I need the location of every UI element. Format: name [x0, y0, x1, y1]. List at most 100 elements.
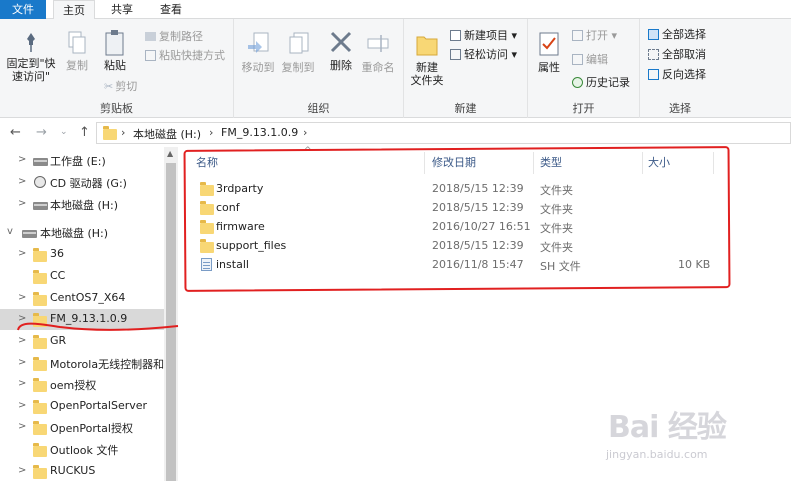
copy-to-icon	[289, 32, 309, 54]
select-group-label: 选择	[669, 102, 691, 115]
pin-label-2: 速访问"	[11, 70, 51, 83]
chevron-right-icon[interactable]: >	[18, 248, 26, 259]
open-icon	[572, 30, 583, 41]
copy-path-button[interactable]: 复制路径	[145, 30, 203, 44]
chevron-right-icon[interactable]: >	[18, 357, 26, 368]
tree-item-folder-openportalserver[interactable]: > OpenPortalServer	[0, 396, 165, 417]
new-group: 新建 文件夹 新建项目 ▾ 轻松访问 ▾ 新建	[404, 19, 528, 118]
chevron-right-icon[interactable]: >	[18, 378, 26, 389]
chevron-right-icon[interactable]: >	[18, 465, 26, 476]
invert-selection-button[interactable]: 反向选择	[648, 68, 706, 82]
tab-home[interactable]: 主页	[53, 0, 95, 20]
tab-share[interactable]: 共享	[104, 0, 140, 19]
folder-icon	[33, 357, 47, 371]
pin-quick-access-button[interactable]: 固定到"快 速访问"	[4, 31, 58, 83]
tree-item-folder-outlook[interactable]: Outlook 文件	[0, 439, 165, 460]
edit-button[interactable]: 编辑	[572, 53, 608, 67]
new-group-label: 新建	[454, 102, 477, 115]
tree-item-folder-36[interactable]: > 36	[0, 244, 165, 265]
new-folder-button[interactable]: 新建 文件夹	[408, 31, 446, 87]
tree-item-local-disk-h-expanded[interactable]: v 本地磁盘 (H:)	[0, 222, 165, 243]
chevron-right-icon[interactable]: >	[18, 198, 26, 209]
baidu-watermark: Bai 经验	[608, 410, 727, 445]
clipboard-group-label: 剪贴板	[100, 102, 133, 115]
breadcrumb-local-disk-h[interactable]: 本地磁盘 (H:)	[133, 126, 201, 142]
tree-item-folder-ruckus[interactable]: > RUCKUS	[0, 461, 165, 481]
tree-item-cd-drive-g[interactable]: > CD 驱动器 (G:)	[0, 172, 165, 193]
select-none-button[interactable]: 全部取消	[648, 48, 706, 62]
breadcrumb-separator-icon: ›	[121, 126, 126, 139]
scroll-up-arrow-icon[interactable]: ▲	[167, 149, 173, 158]
scissors-icon: ✂	[104, 80, 114, 93]
chevron-down-icon[interactable]: v	[7, 226, 13, 237]
cd-icon	[34, 176, 46, 188]
tree-item-folder-motorola[interactable]: > Motorola无线控制器和	[0, 353, 165, 374]
folder-icon	[33, 465, 47, 479]
paste-label: 粘贴	[104, 59, 126, 72]
edit-icon	[572, 54, 583, 65]
rename-button[interactable]: 重命名	[360, 31, 396, 74]
properties-button[interactable]: 属性	[534, 31, 564, 74]
back-arrow-icon[interactable]: ←	[10, 125, 21, 140]
up-arrow-icon[interactable]: ↑	[79, 125, 90, 140]
folder-icon	[33, 270, 47, 284]
select-all-button[interactable]: 全部选择	[648, 28, 706, 42]
rename-icon	[367, 35, 389, 52]
chevron-right-icon[interactable]: >	[18, 421, 26, 432]
drive-icon	[33, 202, 48, 210]
red-highlight-box	[183, 146, 731, 292]
navigation-bar: ← → ⌄ ↑ › 本地磁盘 (H:) › FM_9.13.1.0.9 ›	[0, 120, 791, 145]
history-button[interactable]: 历史记录	[572, 76, 630, 90]
address-folder-icon	[103, 126, 117, 140]
tab-file[interactable]: 文件	[0, 0, 46, 19]
easy-access-button[interactable]: 轻松访问 ▾	[450, 48, 517, 62]
delete-x-icon	[330, 31, 352, 53]
clipboard-group: 固定到"快 速访问" 复制 粘贴 复制路径 粘贴快捷方式 ✂ 剪切 剪贴板	[0, 19, 234, 118]
invert-selection-icon	[648, 69, 659, 80]
history-icon	[572, 77, 583, 88]
tree-item-folder-oem[interactable]: > oem授权	[0, 374, 165, 395]
select-group: 全部选择 全部取消 反向选择 选择	[640, 19, 720, 118]
address-bar[interactable]: › 本地磁盘 (H:) › FM_9.13.1.0.9 ›	[96, 122, 791, 144]
tree-item-work-drive-e[interactable]: > 工作盘 (E:)	[0, 150, 165, 171]
properties-icon	[539, 32, 559, 56]
folder-icon	[33, 378, 47, 392]
open-button[interactable]: 打开 ▾	[572, 29, 617, 43]
ribbon-tabs: 文件 主页 共享 查看	[0, 0, 791, 20]
paste-shortcut-icon	[145, 50, 156, 61]
select-all-icon	[648, 29, 659, 40]
chevron-right-icon[interactable]: >	[18, 176, 26, 187]
tree-item-folder-cc[interactable]: CC	[0, 266, 165, 287]
folder-icon	[33, 443, 47, 457]
tree-item-local-disk-h[interactable]: > 本地磁盘 (H:)	[0, 194, 165, 215]
open-group-label: 打开	[572, 102, 595, 115]
new-item-button[interactable]: 新建项目 ▾	[450, 29, 517, 43]
copy-to-button[interactable]: 复制到	[280, 31, 316, 74]
breadcrumb-separator-icon: ›	[303, 126, 308, 139]
recent-dropdown-icon[interactable]: ⌄	[60, 127, 68, 137]
chevron-right-icon[interactable]: >	[18, 154, 26, 165]
folder-icon	[33, 421, 47, 435]
pin-label-1: 固定到"快	[6, 57, 56, 70]
drive-icon	[22, 230, 37, 238]
select-none-icon	[648, 49, 659, 60]
move-to-button[interactable]: 移动到	[240, 31, 276, 74]
open-group: 属性 打开 ▾ 编辑 历史记录 打开	[528, 19, 640, 118]
new-folder-icon	[416, 36, 438, 56]
delete-button[interactable]: 删除	[324, 29, 358, 72]
cut-button[interactable]: ✂ 剪切	[104, 80, 137, 94]
organize-group: 移动到 复制到 删除 重命名 组织	[234, 19, 404, 118]
tab-view[interactable]: 查看	[151, 0, 191, 19]
folder-icon	[33, 248, 47, 262]
baidu-watermark-url: jingyan.baidu.com	[606, 448, 708, 461]
organize-group-label: 组织	[307, 102, 330, 115]
copy-path-icon	[145, 32, 156, 41]
breadcrumb-fm-folder[interactable]: FM_9.13.1.0.9	[221, 126, 298, 139]
paste-shortcut-button[interactable]: 粘贴快捷方式	[145, 49, 225, 63]
forward-arrow-icon[interactable]: →	[36, 125, 47, 140]
pin-icon	[27, 33, 35, 52]
tree-item-folder-openportal-license[interactable]: > OpenPortal授权	[0, 417, 165, 438]
copy-button[interactable]: 复制	[62, 31, 92, 72]
paste-button[interactable]: 粘贴	[98, 29, 132, 72]
chevron-right-icon[interactable]: >	[18, 400, 26, 411]
